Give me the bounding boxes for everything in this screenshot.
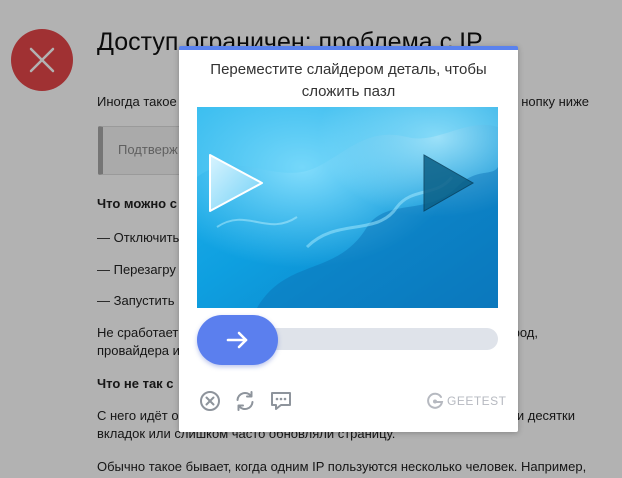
- feedback-icon[interactable]: [269, 389, 293, 413]
- captcha-dialog: Переместите слайдером деталь, чтобы слож…: [179, 46, 518, 432]
- geetest-logo-icon: [427, 392, 444, 409]
- brand-label: GEETEST: [447, 394, 507, 408]
- captcha-instruction: Переместите слайдером деталь, чтобы слож…: [179, 59, 518, 103]
- captcha-instruction-line1: Переместите слайдером деталь, чтобы: [210, 61, 487, 78]
- puzzle-image: [197, 107, 498, 308]
- close-circle-icon[interactable]: [198, 389, 222, 413]
- refresh-icon[interactable]: [233, 389, 257, 413]
- captcha-instruction-line2: сложить пазл: [301, 83, 396, 100]
- arrow-right-icon: [226, 331, 248, 349]
- slider-handle[interactable]: [197, 315, 278, 365]
